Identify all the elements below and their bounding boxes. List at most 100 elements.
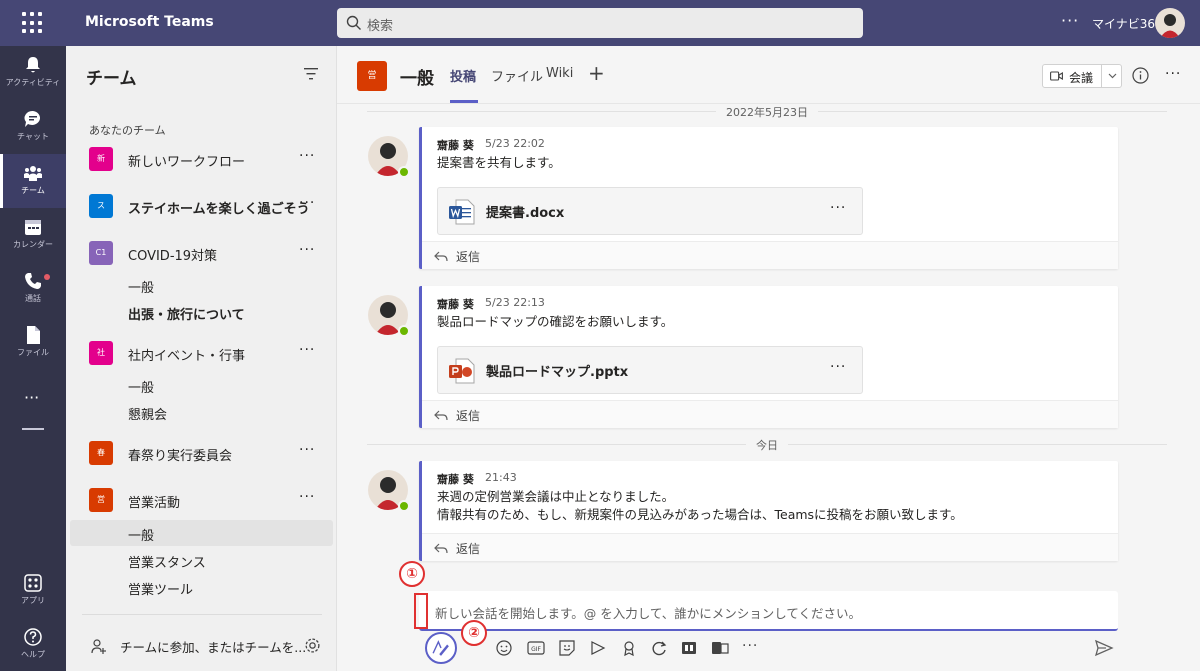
channel-title: 一般	[400, 69, 434, 89]
file-attachment[interactable]: 製品ロードマップ.pptx ···	[437, 346, 863, 394]
team-more-button[interactable]: ···	[299, 242, 315, 258]
settings-more-button[interactable]: ···	[1061, 11, 1079, 30]
team-row[interactable]: C1 COVID-19対策 ···	[70, 239, 333, 269]
file-attachment[interactable]: 提案書.docx ···	[437, 187, 863, 235]
rail-calls[interactable]: 通話	[0, 262, 66, 316]
channel-item[interactable]: 出張・旅行について	[70, 299, 333, 325]
reply-button[interactable]: 返信	[422, 400, 1118, 428]
annotation-highlight-box	[414, 593, 428, 629]
schedule-meeting-icon[interactable]	[587, 637, 609, 659]
info-icon[interactable]	[1132, 67, 1149, 84]
team-more-button[interactable]: ···	[299, 442, 315, 458]
channel-name: 営業ツール	[128, 583, 194, 598]
sticker-icon[interactable]	[556, 637, 578, 659]
channel-name: 一般	[128, 529, 155, 544]
send-icon[interactable]	[1094, 638, 1114, 658]
team-tile: 春	[89, 441, 113, 465]
team-name: 社内イベント・行事	[128, 349, 246, 364]
attachment-more-button[interactable]: ···	[830, 359, 846, 375]
user-avatar[interactable]	[1155, 8, 1185, 38]
search-box[interactable]: 検索	[337, 8, 863, 38]
message-body: 提案書を共有します。	[437, 155, 561, 170]
office-app-icon[interactable]	[709, 637, 731, 659]
team-more-button[interactable]: ···	[299, 148, 315, 164]
date-label: 今日	[746, 437, 788, 453]
channel-item[interactable]: 営業スタンス	[70, 547, 333, 573]
team-row[interactable]: 春 春祭り実行委員会 ···	[70, 439, 333, 469]
tab-posts[interactable]: 投稿	[450, 66, 476, 85]
help-icon	[24, 628, 42, 646]
message-body: 来週の定例営業会議は中止となりました。 情報共有のため、もし、新規案件の見込みが…	[437, 488, 963, 524]
panel-divider	[82, 614, 322, 615]
team-name: 春祭り実行委員会	[128, 449, 233, 464]
app-launcher-icon[interactable]	[22, 12, 44, 34]
team-more-button[interactable]: ···	[299, 489, 315, 505]
rail-label: チャット	[17, 132, 49, 141]
top-bar: Microsoft Teams 検索 ··· マイナビ365	[0, 0, 1200, 46]
message-card[interactable]: 齋藤 葵 5/23 22:13 製品ロードマップの確認をお願いします。 製品ロー…	[419, 286, 1118, 428]
presence-available-icon	[398, 166, 410, 178]
app-title: Microsoft Teams	[85, 14, 214, 30]
message-time: 21:43	[485, 471, 517, 484]
tab-files[interactable]: ファイル	[491, 66, 543, 85]
praise-icon[interactable]	[618, 637, 640, 659]
svg-text:GIF: GIF	[531, 646, 541, 653]
rail-more-apps[interactable]: ···	[24, 388, 39, 407]
gif-icon[interactable]: GIF	[525, 637, 547, 659]
rail-divider	[22, 428, 44, 430]
team-more-button[interactable]: ···	[299, 342, 315, 358]
message-body: 製品ロードマップの確認をお願いします。	[437, 314, 674, 329]
emoji-icon[interactable]	[493, 637, 515, 659]
channel-item[interactable]: 一般	[70, 272, 333, 298]
gear-icon[interactable]	[304, 637, 321, 654]
compose-box[interactable]: 新しい会話を開始します。@ を入力して、誰かにメンションしてください。	[419, 591, 1118, 631]
rail-chat[interactable]: チャット	[0, 100, 66, 154]
channel-more-button[interactable]: ···	[1165, 66, 1181, 82]
reply-button[interactable]: 返信	[422, 533, 1118, 561]
rail-activity[interactable]: アクティビティ	[0, 46, 66, 100]
team-row[interactable]: 新 新しいワークフロー ···	[70, 145, 333, 175]
team-tile: C1	[89, 241, 113, 265]
channel-item[interactable]: 営業ツール	[70, 574, 333, 600]
chevron-down-icon	[1108, 73, 1117, 79]
rail-calendar[interactable]: カレンダー	[0, 208, 66, 262]
team-more-button[interactable]: ···	[299, 195, 315, 211]
message-card[interactable]: 齋藤 葵 5/23 22:02 提案書を共有します。 提案書.docx ··· …	[419, 127, 1118, 269]
app-icon[interactable]	[678, 637, 700, 659]
loop-icon[interactable]	[648, 637, 670, 659]
filter-icon[interactable]	[304, 68, 318, 80]
message-card[interactable]: 齋藤 葵 21:43 来週の定例営業会議は中止となりました。 情報共有のため、も…	[419, 461, 1118, 561]
rail-label: カレンダー	[13, 240, 53, 249]
channel-name: 懇親会	[128, 408, 168, 423]
team-row[interactable]: 社 社内イベント・行事 ···	[70, 339, 333, 369]
message-author: 齋藤 葵	[437, 139, 474, 152]
format-button[interactable]	[425, 632, 457, 664]
reply-button[interactable]: 返信	[422, 241, 1118, 269]
team-name: COVID-19対策	[128, 249, 218, 264]
team-name: ステイホームを楽しく過ごそう	[128, 202, 310, 217]
channel-team-tile: 営	[357, 61, 387, 91]
team-row[interactable]: ス ステイホームを楽しく過ごそう ···	[70, 192, 333, 222]
channel-item[interactable]: 懇親会	[70, 399, 333, 425]
toolbar-more-button[interactable]: ···	[742, 638, 764, 660]
rail-files[interactable]: ファイル	[0, 316, 66, 370]
rail-label: チーム	[21, 186, 45, 195]
meet-button[interactable]: 会議	[1042, 64, 1122, 88]
rail-teams[interactable]: チーム	[0, 154, 66, 208]
rail-label: ファイル	[17, 348, 49, 357]
add-tab-button[interactable]: +	[588, 61, 605, 85]
compose-placeholder: 新しい会話を開始します。@ を入力して、誰かにメンションしてください。	[435, 606, 861, 621]
teams-icon	[24, 166, 42, 181]
channel-item[interactable]: 一般	[70, 372, 333, 398]
panel-title: チーム	[86, 69, 137, 89]
team-row[interactable]: 営 営業活動 ···	[70, 486, 333, 516]
rail-help[interactable]: ヘルプ	[0, 618, 66, 671]
channel-name: 一般	[128, 381, 155, 396]
meet-dropdown[interactable]	[1101, 65, 1122, 87]
attachment-more-button[interactable]: ···	[830, 200, 846, 216]
message-author: 齋藤 葵	[437, 298, 474, 311]
channel-item-selected[interactable]: 一般	[70, 520, 333, 546]
tab-wiki[interactable]: Wiki	[546, 66, 573, 81]
rail-apps[interactable]: アプリ	[0, 564, 66, 618]
join-or-create-team[interactable]: チームに参加、またはチームを...	[86, 634, 326, 658]
